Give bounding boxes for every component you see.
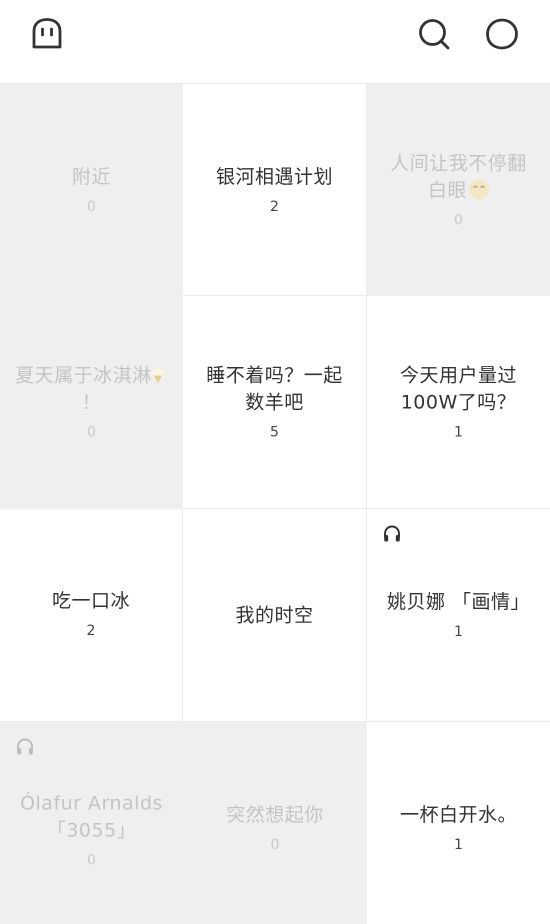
- channel-count: 1: [454, 424, 463, 441]
- channel-tile[interactable]: 突然想起你 0: [183, 722, 367, 924]
- chat-bubble-icon[interactable]: [485, 17, 519, 51]
- channel-count: 0: [87, 424, 96, 441]
- channel-count: 0: [270, 837, 280, 853]
- channel-tile[interactable]: 姚贝娜 「画情」 1: [367, 509, 550, 722]
- ice-cream-emoji: [151, 367, 164, 384]
- channel-count: 0: [454, 212, 463, 229]
- channel-title: 夏天属于冰淇淋！: [14, 363, 169, 417]
- search-icon[interactable]: [417, 17, 451, 51]
- channel-tile[interactable]: 吃一口冰 2: [0, 509, 183, 722]
- channel-title: 突然想起你: [226, 804, 324, 826]
- channel-grid: 附近 0 银河相遇计划 2 人间让我不停翻白眼 0 夏天属于冰淇淋！ 0 睡不着…: [0, 84, 550, 924]
- ghost-icon[interactable]: [30, 17, 64, 51]
- channel-title: 银河相遇计划: [215, 166, 333, 188]
- channel-title: 吃一口冰: [51, 590, 130, 612]
- channel-title: 姚贝娜 「画情」: [386, 591, 531, 613]
- channel-title: 睡不着吗？一起数羊吧: [206, 364, 343, 414]
- channel-tile[interactable]: 今天用户量过100W了吗？ 1: [367, 296, 550, 509]
- headphones-icon: [15, 737, 35, 757]
- channel-title: 附近: [71, 166, 111, 188]
- channel-count: 0: [87, 852, 96, 869]
- channel-tile[interactable]: 银河相遇计划 2: [183, 84, 367, 296]
- channel-count: 2: [86, 623, 96, 639]
- channel-tile[interactable]: 睡不着吗？一起数羊吧 5: [183, 296, 367, 509]
- headphones-icon: [382, 524, 402, 544]
- channel-count: 1: [454, 624, 463, 640]
- channel-title: 一杯白开水。: [399, 804, 517, 826]
- channel-tile[interactable]: 夏天属于冰淇淋！ 0: [0, 296, 183, 509]
- channel-count: 1: [454, 837, 463, 853]
- channel-tile[interactable]: 附近 0: [0, 84, 183, 296]
- channel-title: Ólafur Arnalds「3055」: [20, 792, 163, 842]
- channel-count: 0: [87, 199, 96, 215]
- channel-title: 人间让我不停翻白眼: [390, 152, 527, 202]
- channel-title: 今天用户量过100W了吗？: [399, 364, 517, 414]
- channel-tile[interactable]: 我的时空: [183, 509, 367, 722]
- eye-roll-face-emoji: [469, 179, 489, 200]
- channel-tile[interactable]: 人间让我不停翻白眼 0: [367, 84, 550, 296]
- channel-count: 2: [270, 199, 279, 215]
- channel-title: 我的时空: [235, 604, 314, 627]
- top-bar: [0, 0, 550, 84]
- channel-tile[interactable]: Ólafur Arnalds「3055」 0: [0, 722, 183, 924]
- channel-count: 5: [270, 424, 279, 441]
- channel-tile[interactable]: 一杯白开水。 1: [367, 722, 550, 924]
